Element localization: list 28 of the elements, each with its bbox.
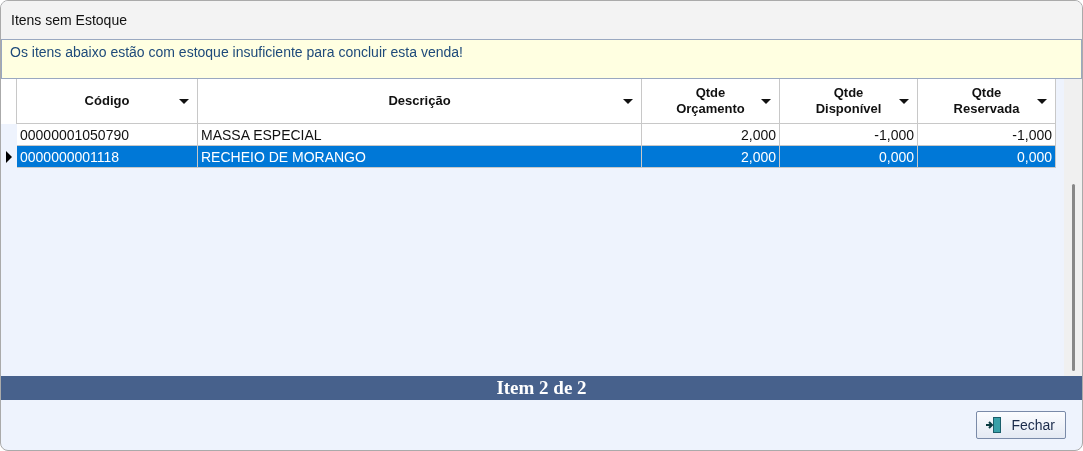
table-cell: -1,000: [918, 124, 1056, 146]
table-cell: MASSA ESPECIAL: [198, 124, 642, 146]
column-header[interactable]: Qtde Reservada: [918, 79, 1056, 124]
scrollbar-thumb[interactable]: [1072, 184, 1075, 371]
close-button[interactable]: Fechar: [976, 411, 1066, 439]
table-cell: -1,000: [780, 124, 918, 146]
dropdown-arrow-icon[interactable]: [623, 99, 633, 104]
column-header[interactable]: Descrição: [198, 79, 642, 124]
table-cell: 2,000: [642, 124, 780, 146]
dropdown-arrow-icon[interactable]: [179, 99, 189, 104]
dropdown-arrow-icon[interactable]: [899, 99, 909, 104]
table-cell: 0000000001118: [17, 146, 198, 168]
column-header[interactable]: Código: [17, 79, 198, 124]
column-header[interactable]: Qtde Orçamento: [642, 79, 780, 124]
door-exit-icon: [985, 416, 1004, 434]
table-cell: 2,000: [642, 146, 780, 168]
table-cell: 00000001050790: [17, 124, 198, 146]
warning-message: Os itens abaixo estão com estoque insuficiente para concluir esta venda!: [1, 39, 1082, 79]
column-header[interactable]: Qtde Disponível: [780, 79, 918, 124]
record-counter: Item 2 de 2: [1, 376, 1082, 400]
table-row[interactable]: 00000001050790 MASSA ESPECIAL 2,000 -1,000 -1,000: [1, 124, 1064, 146]
table-row[interactable]: 0000000001118 RECHEIO DE MORANGO 2,000 0,000 0,000: [1, 146, 1064, 168]
dropdown-arrow-icon[interactable]: [761, 99, 771, 104]
table-cell: RECHEIO DE MORANGO: [198, 146, 642, 168]
table-cell: 0,000: [780, 146, 918, 168]
window-title: Itens sem Estoque: [1, 1, 1082, 39]
dropdown-arrow-icon[interactable]: [1037, 99, 1047, 104]
table-cell: 0,000: [918, 146, 1056, 168]
